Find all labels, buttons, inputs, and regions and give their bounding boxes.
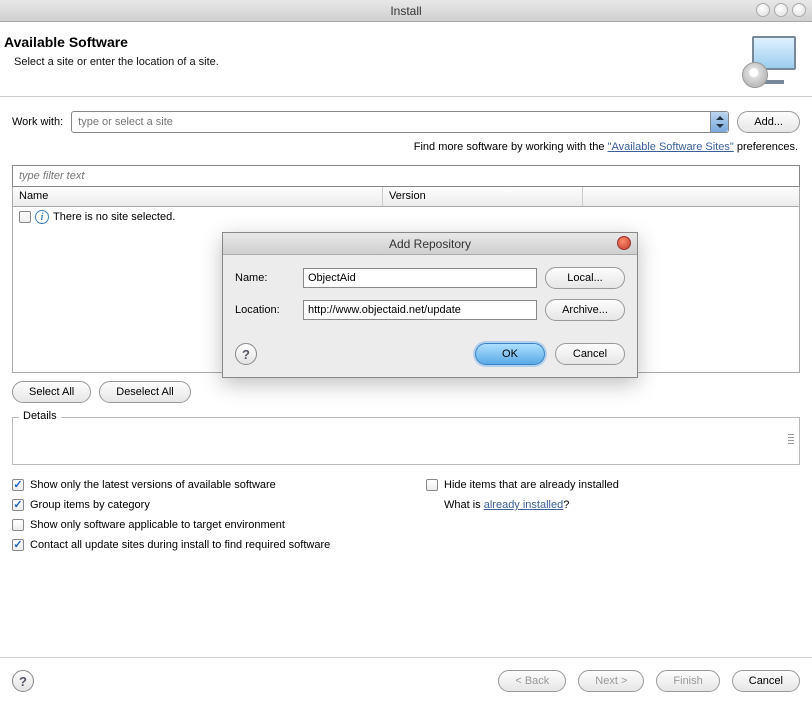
wizard-header: Available Software Select a site or ente… [0,22,812,97]
workwith-combo[interactable] [71,111,729,133]
local-button[interactable]: Local... [545,267,625,289]
name-input[interactable] [303,268,537,288]
location-label: Location: [235,304,295,316]
help-button[interactable]: ? [12,670,34,692]
table-row: i There is no site selected. [13,207,799,227]
window-maximize-button[interactable] [774,3,788,17]
details-legend: Details [19,410,61,422]
add-repository-dialog: Add Repository Name: Local... Location: … [222,232,638,378]
deselect-all-button[interactable]: Deselect All [99,381,190,403]
show-latest-label: Show only the latest versions of availab… [30,479,276,491]
findmore-suffix: preferences. [734,141,798,153]
modal-close-button[interactable] [617,236,631,250]
install-wizard-icon [746,34,798,86]
filter-input[interactable] [13,166,799,186]
window-titlebar: Install [0,0,812,22]
available-sites-link[interactable]: "Available Software Sites" [608,141,734,153]
hide-installed-checkbox[interactable] [426,479,438,491]
back-button[interactable]: < Back [498,670,566,692]
empty-message: There is no site selected. [53,211,175,223]
add-button[interactable]: Add... [737,111,800,133]
details-panel: Details [12,417,800,465]
window-minimize-button[interactable] [756,3,770,17]
archive-button[interactable]: Archive... [545,299,625,321]
whatis-text: What is already installed? [444,499,800,511]
findmore-prefix: Find more software by working with the [414,141,608,153]
next-button[interactable]: Next > [578,670,644,692]
page-title: Available Software [4,34,219,50]
contact-sites-label: Contact all update sites during install … [30,539,330,551]
modal-titlebar: Add Repository [223,233,637,255]
applicable-target-label: Show only software applicable to target … [30,519,285,531]
group-category-label: Group items by category [30,499,150,511]
applicable-target-checkbox[interactable] [12,519,24,531]
ok-button[interactable]: OK [475,343,545,365]
dropdown-arrow-icon[interactable] [710,112,728,132]
already-installed-link[interactable]: already installed [484,499,564,511]
location-input[interactable] [303,300,537,320]
window-title: Install [390,4,421,18]
row-checkbox[interactable] [19,211,31,223]
page-subtitle: Select a site or enter the location of a… [14,56,219,68]
hide-installed-label: Hide items that are already installed [444,479,619,491]
info-icon: i [35,210,49,224]
modal-cancel-button[interactable]: Cancel [555,343,625,365]
show-latest-checkbox[interactable] [12,479,24,491]
workwith-label: Work with: [12,116,63,128]
workwith-input[interactable] [72,112,710,132]
group-category-checkbox[interactable] [12,499,24,511]
select-all-button[interactable]: Select All [12,381,91,403]
window-close-button[interactable] [792,3,806,17]
cancel-button[interactable]: Cancel [732,670,800,692]
name-label: Name: [235,272,295,284]
column-version[interactable]: Version [383,187,583,206]
contact-sites-checkbox[interactable] [12,539,24,551]
resize-handle-icon[interactable] [786,424,796,454]
column-spacer [583,187,799,206]
modal-title: Add Repository [389,237,471,251]
findmore-text: Find more software by working with the "… [12,141,798,153]
modal-help-button[interactable]: ? [235,343,257,365]
column-name[interactable]: Name [13,187,383,206]
finish-button[interactable]: Finish [656,670,719,692]
